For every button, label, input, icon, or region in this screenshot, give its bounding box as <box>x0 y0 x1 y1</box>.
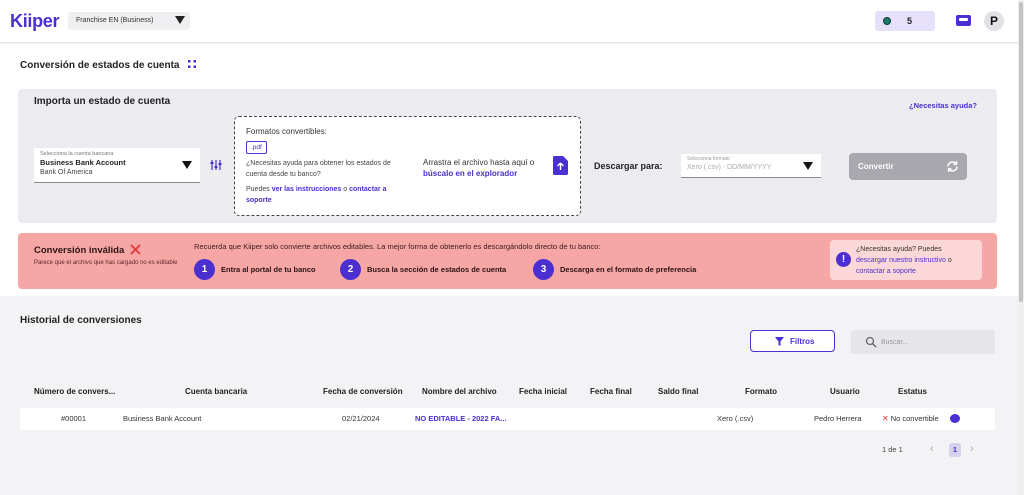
col-format[interactable]: Formato <box>745 387 777 396</box>
download-instructive-link[interactable]: descargar nuestro instructivo <box>856 257 946 264</box>
inbox-icon[interactable] <box>956 15 971 26</box>
bank-select-label: Selecciona la cuenta bancaria <box>40 151 114 157</box>
browse-link[interactable]: búscalo en el explorador <box>423 168 534 179</box>
filters-button-label: Filtros <box>790 337 815 346</box>
help-or: o <box>945 257 952 264</box>
file-dropzone[interactable]: Formatos convertibles: .pdf ¿Necesitas a… <box>234 116 581 216</box>
franchise-select-value: Franchise EN (Business) <box>76 17 154 24</box>
chevron-right-icon[interactable]: › <box>970 443 974 455</box>
kiiper-logo[interactable]: Kiiper <box>10 11 60 32</box>
search-box[interactable] <box>851 330 995 354</box>
format-select[interactable]: Selecciona formato Xero (.csv) - DD/MM/Y… <box>681 154 821 178</box>
user-avatar[interactable]: P <box>984 11 1004 31</box>
caret-down-icon <box>182 161 192 169</box>
page-scrollbar[interactable] <box>1018 0 1024 495</box>
format-select-placeholder: Xero (.csv) - DD/MM/YYYY <box>687 164 772 171</box>
close-x-icon[interactable] <box>130 244 141 255</box>
alert-help-box: ! ¿Necesitas ayuda? Puedes descargar nue… <box>830 240 982 280</box>
col-user[interactable]: Usuario <box>830 387 860 396</box>
links-prefix: Puedes <box>246 186 272 193</box>
caret-down-icon <box>175 16 185 24</box>
history-title: Historial de conversiones <box>20 315 142 326</box>
status-text: No convertible <box>890 414 939 423</box>
col-final-balance[interactable]: Saldo final <box>658 387 698 396</box>
contact-support-link[interactable]: contactar a soporte <box>856 268 916 275</box>
scrollbar-thumb[interactable] <box>1019 2 1023 302</box>
dropzone-help-text: ¿Necesitas ayuda para obtener los estado… <box>246 160 391 178</box>
step-text: Descarga en el formato de preferencia <box>560 265 697 274</box>
info-icon: ! <box>836 252 851 267</box>
bank-account-select[interactable]: Selecciona la cuenta bancaria Business B… <box>34 148 200 183</box>
search-input[interactable] <box>881 335 981 349</box>
import-card: Importa un estado de cuenta ¿Necesitas a… <box>18 89 997 223</box>
chat-icon[interactable] <box>950 414 960 423</box>
table-row[interactable]: #00001 Business Bank Account 02/21/2024 … <box>20 408 995 430</box>
step-number: 3 <box>533 259 554 280</box>
drag-text: Arrastra el archivo hasta aquí o búscalo… <box>423 157 534 179</box>
refresh-icon <box>947 161 958 172</box>
cell-number: #00001 <box>61 414 87 423</box>
col-file-name[interactable]: Nombre del archivo <box>422 387 497 396</box>
credits-badge[interactable]: 5 <box>875 11 935 31</box>
main-section: Conversión de estados de cuenta Importa … <box>0 44 1018 296</box>
error-x-icon: ✕ <box>882 414 889 423</box>
col-end-date[interactable]: Fecha final <box>590 387 632 396</box>
alert-description: Parece que el archivo que has cargado no… <box>34 260 178 266</box>
invalid-conversion-alert: Conversión inválida Parece que el archiv… <box>18 233 997 289</box>
alert-help-text: ¿Necesitas ayuda? Puedes descargar nuest… <box>856 244 980 277</box>
download-label: Descargar para: <box>594 161 663 171</box>
page-number-button[interactable]: 1 <box>949 443 961 457</box>
pdf-format-chip: .pdf <box>246 141 267 154</box>
convert-button[interactable]: Convertir <box>849 153 967 180</box>
instructions-link[interactable]: ver las instrucciones <box>272 186 342 193</box>
links-or: o <box>341 186 350 193</box>
filter-funnel-icon <box>775 337 784 346</box>
dropzone-title: Formatos convertibles: <box>246 127 327 136</box>
coin-icon <box>883 17 891 25</box>
alert-message: Recuerda que Kiiper solo convierte archi… <box>194 242 601 251</box>
settings-sliders-icon[interactable] <box>210 159 222 171</box>
step-number: 2 <box>340 259 361 280</box>
convert-button-label: Convertir <box>858 162 894 171</box>
col-account[interactable]: Cuenta bancaria <box>185 387 247 396</box>
cell-account: Business Bank Account <box>123 414 202 423</box>
dropzone-links: Puedes ver las instrucciones o contactar… <box>246 184 411 206</box>
format-select-label: Selecciona formato <box>687 156 730 162</box>
filters-button[interactable]: Filtros <box>750 330 835 352</box>
step-number: 1 <box>194 259 215 280</box>
bank-select-value: Business Bank Account <box>40 158 126 167</box>
cell-date: 02/21/2024 <box>342 414 380 423</box>
help-prefix: ¿Necesitas ayuda? Puedes <box>856 246 942 253</box>
credits-count: 5 <box>907 16 913 26</box>
franchise-select[interactable]: Franchise EN (Business) <box>68 12 190 30</box>
search-icon <box>865 336 877 348</box>
grid-dots-icon[interactable] <box>188 60 197 68</box>
step-text: Entra al portal de tu banco <box>221 265 316 274</box>
top-bar: Kiiper Franchise EN (Business) 5 P <box>0 0 1018 43</box>
upload-file-icon[interactable] <box>553 156 568 175</box>
step-text: Busca la sección de estados de cuenta <box>367 265 507 274</box>
cell-status: ✕ No convertible <box>882 414 939 423</box>
page-title-text: Conversión de estados de cuenta <box>20 60 180 71</box>
col-start-date[interactable]: Fecha inicial <box>519 387 567 396</box>
chevron-left-icon[interactable]: ‹ <box>930 443 934 455</box>
cell-file-link[interactable]: NO EDITABLE - 2022 FA... <box>415 414 507 423</box>
help-link[interactable]: ¿Necesitas ayuda? <box>909 101 977 110</box>
import-title: Importa un estado de cuenta <box>34 96 171 107</box>
alert-title: Conversión inválida <box>34 245 125 256</box>
col-status[interactable]: Estatus <box>898 387 927 396</box>
cell-format: Xero (.csv) <box>717 414 754 423</box>
page-title: Conversión de estados de cuenta <box>20 60 197 71</box>
col-number[interactable]: Número de convers... <box>34 387 115 396</box>
drag-instruction: Arrastra el archivo hasta aquí o <box>423 158 535 167</box>
cell-user: Pedro Herrera <box>814 414 862 423</box>
col-conversion-date[interactable]: Fecha de conversión <box>323 387 403 396</box>
pagination-info: 1 de 1 <box>882 445 903 454</box>
caret-down-icon <box>803 162 813 170</box>
bank-select-sub: Bank Of America <box>40 169 93 176</box>
